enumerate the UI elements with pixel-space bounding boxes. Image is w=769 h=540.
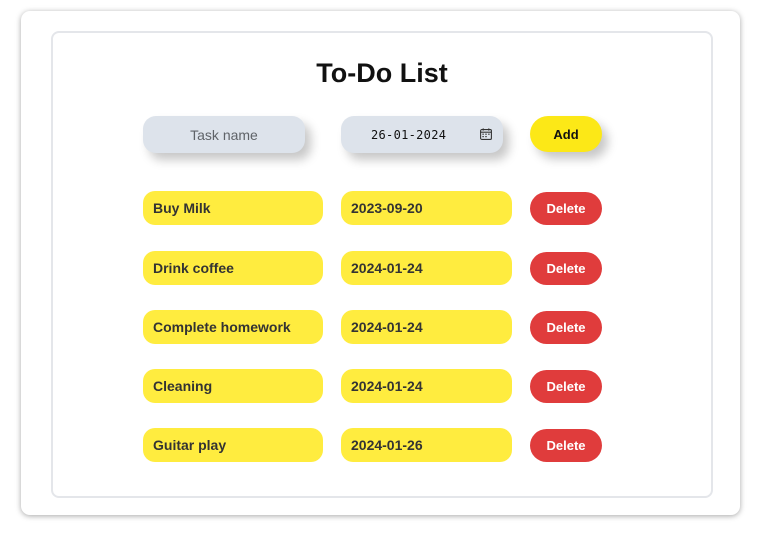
- delete-task-button[interactable]: Delete: [530, 429, 602, 462]
- task-row: Buy Milk 2023-09-20 Delete: [143, 191, 613, 225]
- task-name: Guitar play: [143, 428, 323, 462]
- task-name: Drink coffee: [143, 251, 323, 285]
- app-outer-card: To-Do List 26-01-2024 Add Buy Milk 2023-…: [21, 11, 740, 515]
- task-date: 2023-09-20: [341, 191, 512, 225]
- task-row: Cleaning 2024-01-24 Delete: [143, 369, 613, 403]
- page-title: To-Do List: [316, 58, 448, 88]
- task-date: 2024-01-24: [341, 369, 512, 403]
- task-row: Guitar play 2024-01-26 Delete: [143, 428, 613, 462]
- delete-task-button[interactable]: Delete: [530, 370, 602, 403]
- task-name: Complete homework: [143, 310, 323, 344]
- add-task-button[interactable]: Add: [530, 116, 602, 152]
- delete-task-button[interactable]: Delete: [530, 252, 602, 285]
- calendar-icon[interactable]: [480, 128, 492, 140]
- todo-card: To-Do List 26-01-2024 Add Buy Milk 2023-…: [51, 31, 713, 498]
- task-date: 2024-01-24: [341, 310, 512, 344]
- delete-task-button[interactable]: Delete: [530, 192, 602, 225]
- task-date: 2024-01-24: [341, 251, 512, 285]
- due-date-input[interactable]: 26-01-2024: [341, 116, 503, 153]
- task-name: Buy Milk: [143, 191, 323, 225]
- delete-task-button[interactable]: Delete: [530, 311, 602, 344]
- task-date: 2024-01-26: [341, 428, 512, 462]
- task-name-input[interactable]: [143, 116, 305, 153]
- due-date-value: 26-01-2024: [371, 127, 447, 142]
- task-name: Cleaning: [143, 369, 323, 403]
- task-row: Drink coffee 2024-01-24 Delete: [143, 251, 613, 285]
- task-row: Complete homework 2024-01-24 Delete: [143, 310, 613, 344]
